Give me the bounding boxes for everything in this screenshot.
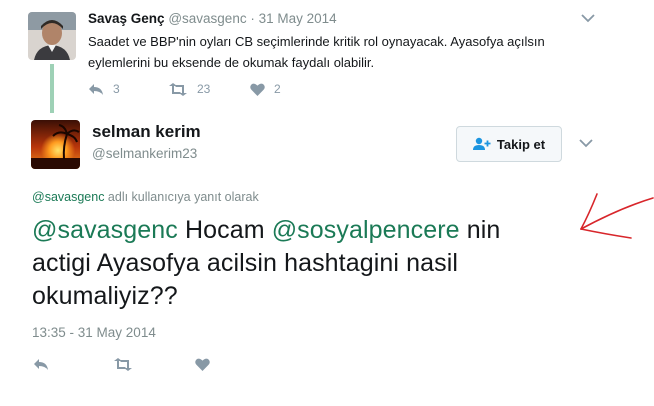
main-tweet-text: @savasgenc Hocam @sosyalpencere nin acti… — [32, 214, 562, 313]
chevron-down-icon[interactable] — [579, 138, 593, 148]
parent-tweet-text: Saadet ve BBP'nin oyları CB seçimlerinde… — [88, 34, 545, 70]
parent-author-handle[interactable]: @savasgenc — [168, 11, 246, 26]
header-separator: · — [250, 11, 255, 26]
heart-icon — [195, 358, 210, 371]
reply-context: @savasgenc adlı kullanıcıya yanıt olarak — [32, 190, 259, 204]
reply-icon — [34, 359, 48, 370]
mention-link[interactable]: @savasgenc — [32, 216, 178, 244]
parent-retweet-action[interactable]: 23 — [168, 82, 210, 96]
main-avatar-photo — [31, 120, 80, 169]
main-author-name[interactable]: selman kerim — [92, 122, 201, 142]
parent-tweet-header: Savaş Genç @savasgenc · 31 May 2014 — [88, 11, 337, 26]
mention-link[interactable]: @sosyalpencere — [272, 216, 460, 244]
parent-like-count: 2 — [274, 82, 281, 96]
parent-retweet-count: 23 — [197, 82, 211, 96]
conversation-thread-line — [50, 64, 54, 113]
parent-avatar-photo — [28, 12, 76, 60]
parent-reply-action[interactable]: 3 — [88, 82, 120, 96]
main-like-action[interactable] — [195, 358, 210, 371]
parent-tweet-date[interactable]: 31 May 2014 — [259, 11, 337, 26]
main-retweet-action[interactable] — [113, 358, 133, 371]
main-reply-action[interactable] — [33, 358, 49, 371]
retweet-icon — [114, 358, 132, 371]
main-author-handle[interactable]: @selmankerim23 — [92, 146, 197, 161]
retweet-icon — [169, 82, 187, 96]
parent-author-avatar[interactable] — [28, 12, 76, 60]
tweet-text-part: Hocam — [177, 216, 272, 244]
reply-icon — [89, 83, 103, 95]
parent-reply-count: 3 — [113, 82, 120, 96]
reply-to-handle-link[interactable]: @savasgenc — [32, 190, 104, 204]
tweet-timestamp[interactable]: 13:35 - 31 May 2014 — [32, 325, 156, 340]
follow-button[interactable]: Takip et — [456, 126, 562, 162]
heart-icon — [250, 83, 265, 96]
parent-like-action[interactable]: 2 — [250, 82, 281, 96]
reply-context-text: adlı kullanıcıya yanıt olarak — [104, 190, 259, 204]
parent-author-name[interactable]: Savaş Genç — [88, 11, 165, 26]
annotation-arrow-icon — [580, 193, 654, 239]
main-author-avatar[interactable] — [31, 120, 80, 169]
follow-button-label: Takip et — [496, 136, 546, 152]
follow-person-icon — [472, 137, 491, 150]
chevron-down-icon[interactable] — [581, 13, 595, 23]
